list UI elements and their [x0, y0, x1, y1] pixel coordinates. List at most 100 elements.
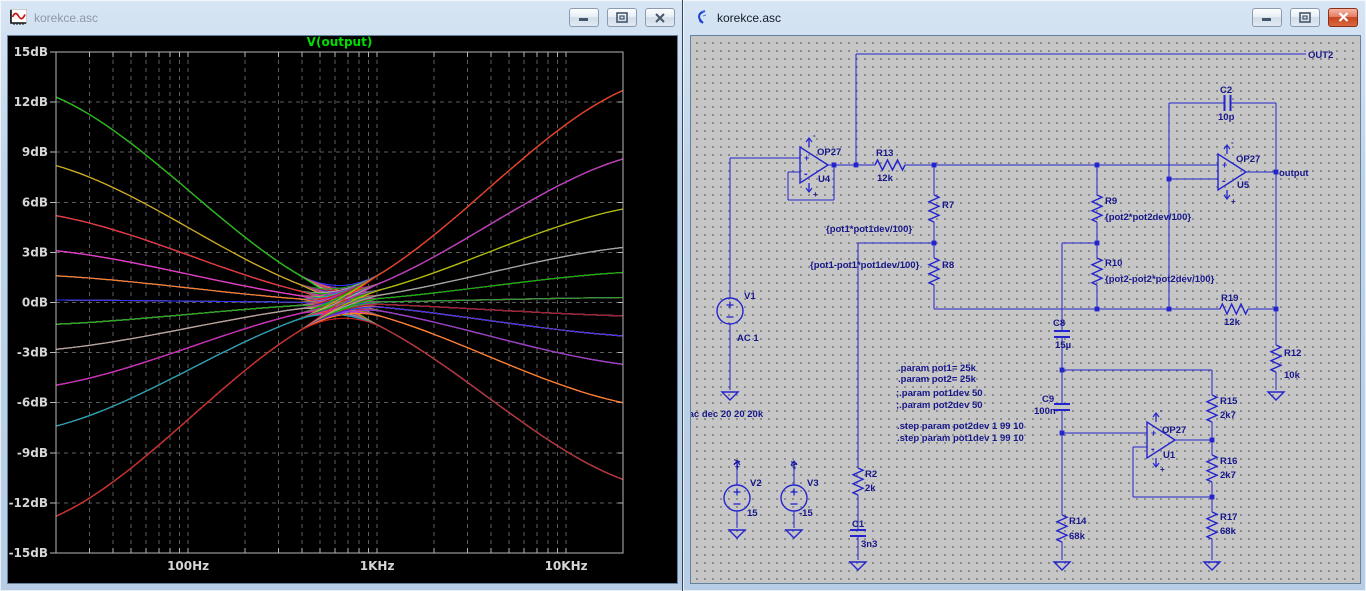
spice-directive[interactable]: .param pot2= 25k: [898, 374, 977, 385]
resistor-R16[interactable]: [1205, 454, 1219, 483]
schematic-titlebar[interactable]: korekce.asc: [685, 2, 1364, 33]
part-U5[interactable]: OP27: [1236, 154, 1260, 165]
label-R15[interactable]: R15: [1220, 396, 1238, 407]
resistor-R7[interactable]: [927, 194, 941, 223]
schematic-icon[interactable]: [693, 9, 710, 26]
ground-icon[interactable]: [727, 529, 747, 539]
part-U1[interactable]: OP27: [1162, 425, 1186, 436]
resistor-R2[interactable]: [851, 467, 865, 496]
value-V3[interactable]: -15: [799, 508, 813, 519]
value-R9[interactable]: {pot2*pot2dev/100}: [1105, 212, 1191, 223]
resistor-R8[interactable]: [927, 257, 941, 286]
label-R7[interactable]: R7: [942, 200, 954, 211]
maximize-button[interactable]: [607, 8, 637, 27]
value-R17[interactable]: 68k: [1220, 526, 1237, 537]
schematic-canvas[interactable]: R13 12k R7 {pot1*pot1dev/100} R8 {pot1-pot1*p…: [690, 35, 1361, 584]
value-C1[interactable]: 3n3: [861, 539, 877, 550]
spice-directive[interactable]: .param pot1= 25k: [898, 363, 977, 374]
spice-directive[interactable]: .ac dec 20 20 20k: [691, 409, 764, 420]
close-button[interactable]: [645, 8, 675, 27]
label-V2[interactable]: V2: [750, 478, 762, 489]
ground-icon[interactable]: [1266, 391, 1286, 401]
maximize-button[interactable]: [1290, 8, 1320, 27]
value-R10[interactable]: {pot2-pot2*pot2dev/100}: [1105, 274, 1215, 285]
resistor-R13[interactable]: [874, 158, 906, 172]
value-V1[interactable]: AC 1: [737, 333, 759, 344]
label-C8[interactable]: C8: [1053, 318, 1065, 329]
resistor-R10[interactable]: [1090, 257, 1104, 286]
label-R12[interactable]: R12: [1284, 348, 1301, 359]
value-R8[interactable]: {pot1-pot1*pot1dev/100}: [810, 260, 920, 271]
label-U5[interactable]: U5: [1237, 180, 1250, 191]
ground-icon[interactable]: [848, 561, 868, 571]
junction-dot: [1094, 240, 1100, 246]
value-C9[interactable]: 100n: [1034, 406, 1056, 417]
label-R16[interactable]: R16: [1220, 456, 1237, 467]
ground-icon[interactable]: [1202, 561, 1222, 571]
resistor-R15[interactable]: [1205, 394, 1219, 423]
capacitor-C9[interactable]: [1054, 403, 1070, 411]
resistor-R14[interactable]: [1055, 514, 1069, 543]
label-U4[interactable]: U4: [818, 174, 831, 185]
ground-icon[interactable]: [720, 391, 740, 401]
label-R14[interactable]: R14: [1069, 516, 1087, 527]
waveform-titlebar[interactable]: korekce.asc: [2, 2, 681, 33]
waveform-icon[interactable]: [10, 9, 27, 26]
capacitor-C8[interactable]: [1054, 330, 1070, 338]
trace: [56, 96, 623, 365]
value-R15[interactable]: 2k7: [1220, 410, 1236, 421]
label-R9[interactable]: R9: [1105, 196, 1117, 207]
label-R10[interactable]: R10: [1105, 258, 1122, 269]
trace: [56, 165, 623, 300]
label-V1[interactable]: V1: [744, 291, 756, 302]
spice-directive[interactable]: ;.param pot1dev 50: [896, 388, 983, 399]
label-U1[interactable]: U1: [1163, 450, 1176, 461]
value-V2[interactable]: 15: [747, 508, 758, 519]
label-R19[interactable]: R19: [1221, 293, 1238, 304]
value-R16[interactable]: 2k7: [1220, 470, 1236, 481]
ground-icon[interactable]: [1052, 561, 1072, 571]
capacitor-C2[interactable]: [1223, 95, 1232, 111]
close-button[interactable]: [1328, 8, 1358, 27]
power-flag--V[interactable]: -V: [790, 460, 799, 470]
value-R7[interactable]: {pot1*pot1dev/100}: [826, 224, 912, 235]
value-R14[interactable]: 68k: [1069, 531, 1086, 542]
vsource-V1[interactable]: [716, 297, 744, 325]
opamp-U1[interactable]: + - - +: [1146, 406, 1177, 474]
trace: [56, 303, 623, 517]
value-R19[interactable]: 12k: [1224, 317, 1241, 328]
part-U4[interactable]: OP27: [817, 147, 841, 158]
power-flag-+V[interactable]: +V: [733, 458, 742, 470]
resistor-R17[interactable]: [1205, 511, 1219, 540]
value-C2[interactable]: 10p: [1218, 112, 1235, 123]
label-C1[interactable]: C1: [852, 519, 865, 530]
x-axis-label: 10KHz: [545, 559, 588, 573]
label-C2[interactable]: C2: [1220, 85, 1232, 96]
capacitor-C1[interactable]: [850, 529, 866, 537]
value-R2[interactable]: 2k: [865, 483, 876, 494]
label-R13[interactable]: R13: [876, 148, 893, 159]
opamp-U4[interactable]: + - - +: [799, 131, 830, 199]
value-R12[interactable]: 10k: [1284, 370, 1301, 381]
net-label-output[interactable]: output: [1279, 168, 1309, 179]
label-R2[interactable]: R2: [865, 469, 877, 480]
spice-directive[interactable]: .step param pot2dev 1 99 10: [897, 421, 1024, 432]
resistor-R9[interactable]: [1090, 194, 1104, 223]
resistor-R12[interactable]: [1269, 344, 1283, 373]
label-C9[interactable]: C9: [1042, 394, 1054, 405]
waveform-pane[interactable]: 15dB 12dB 9dB 6dB 3dB 0dB -3dB -6dB -9dB -12dB -15…: [7, 35, 678, 584]
spice-directive[interactable]: .step param pot1dev 1 99 10: [897, 433, 1024, 444]
resistor-R19[interactable]: [1219, 302, 1249, 316]
ground-icon[interactable]: [784, 529, 804, 539]
label-R17[interactable]: R17: [1220, 512, 1237, 523]
minimize-button[interactable]: [569, 8, 599, 27]
minimize-button[interactable]: [1252, 8, 1282, 27]
label-V3[interactable]: V3: [807, 478, 819, 489]
net-label-OUT2[interactable]: OUT2: [1308, 50, 1333, 61]
opamp-U5[interactable]: + - - +: [1217, 138, 1248, 206]
value-R13[interactable]: 12k: [877, 173, 894, 184]
value-C8[interactable]: 15µ: [1055, 340, 1071, 351]
spice-directive[interactable]: ;.param pot2dev 50: [896, 400, 983, 411]
label-R8[interactable]: R8: [942, 260, 954, 271]
svg-text:-: -: [1231, 138, 1234, 147]
